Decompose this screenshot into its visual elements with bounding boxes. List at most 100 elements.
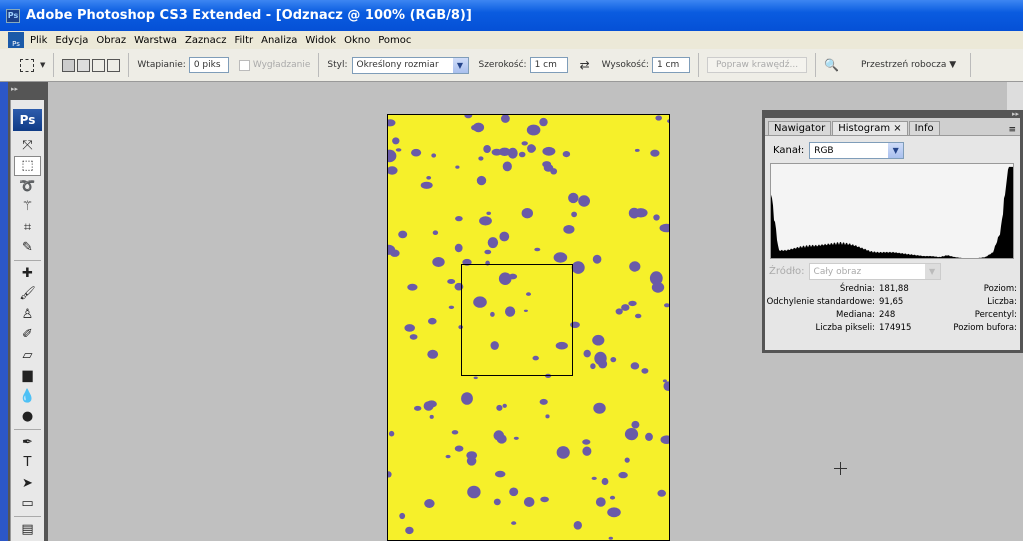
feather-input[interactable]: 0 piks	[188, 57, 229, 73]
window-title: Adobe Photoshop CS3 Extended - [Odznacz …	[26, 8, 472, 23]
antialias-checkbox[interactable]	[238, 59, 250, 71]
channel-value: RGB	[814, 145, 834, 156]
workspace-menu[interactable]: Przestrzeń robocza ▼	[861, 60, 956, 70]
magic-wand-tool-icon[interactable]: ⚚	[11, 197, 44, 218]
ink-spot	[461, 392, 473, 405]
gradient-tool-icon[interactable]: ▆	[11, 366, 44, 387]
ink-spot	[653, 214, 660, 221]
clone-stamp-tool-icon[interactable]: ♙	[11, 304, 44, 325]
ink-spot	[483, 145, 491, 153]
ink-spot	[629, 261, 641, 272]
source-select[interactable]: Cały obraz ▼	[808, 263, 941, 280]
collapse-icon[interactable]: ▸▸	[8, 82, 48, 96]
ink-spot	[511, 521, 517, 525]
channel-select[interactable]: RGB ▼	[809, 142, 905, 159]
path-select-tool-icon[interactable]: ➤	[11, 473, 44, 494]
chevron-down-icon[interactable]: ▼	[40, 61, 45, 69]
ink-spot	[521, 141, 528, 146]
ink-spot	[521, 208, 533, 219]
ink-spot	[609, 495, 616, 500]
chevron-down-icon: ▼	[888, 143, 904, 158]
menu-zaznacz[interactable]: Zaznacz	[185, 35, 226, 46]
histogram-panel: ▸▸ Nawigator Histogram × Info ≡ Kanał: R…	[762, 110, 1023, 353]
ink-spot	[454, 243, 463, 253]
ink-spot	[388, 166, 398, 175]
ink-spot	[583, 349, 591, 358]
ink-spot	[563, 225, 575, 234]
lasso-tool-icon[interactable]: ➰	[11, 176, 44, 197]
rect-marquee-tool-icon[interactable]: ⬚	[14, 155, 41, 176]
ink-spot	[660, 435, 669, 444]
ink-spot	[501, 115, 510, 123]
swap-icon[interactable]: ⇄	[580, 58, 590, 72]
panel-menu-icon[interactable]: ≡	[1008, 125, 1016, 135]
refine-edge-button[interactable]: Popraw krawędź...	[706, 57, 808, 73]
bridge-icon[interactable]: 🔍	[824, 58, 839, 72]
ink-spot	[641, 368, 649, 374]
marquee-preset-icon[interactable]	[20, 58, 34, 72]
style-label: Styl:	[327, 60, 348, 70]
channel-label: Kanał:	[773, 145, 805, 156]
ink-spot	[431, 153, 437, 158]
ink-spot	[502, 403, 507, 408]
ink-spot	[423, 401, 434, 411]
stat-value: 248	[879, 310, 896, 320]
tab-navigator[interactable]: Nawigator	[768, 121, 832, 135]
ink-spot	[592, 254, 602, 264]
ink-spot	[499, 231, 510, 242]
ink-spot	[420, 181, 433, 189]
ink-spot	[429, 414, 434, 419]
ink-spot	[598, 359, 608, 369]
slice-tool-icon[interactable]: ✎	[11, 238, 44, 259]
tab-histogram[interactable]: Histogram ×	[832, 121, 908, 135]
healing-brush-tool-icon[interactable]: ✚	[11, 263, 44, 284]
stat-value: 181,88	[879, 284, 909, 294]
ink-spot	[545, 414, 550, 419]
history-brush-tool-icon[interactable]: ✐	[11, 325, 44, 346]
ink-spot	[631, 420, 640, 429]
ps-menu-icon[interactable]: Ps	[8, 32, 24, 48]
tab-label: Histogram	[838, 123, 891, 134]
tab-info[interactable]: Info	[908, 121, 940, 135]
ink-spot	[601, 477, 609, 486]
selection-mode-icons[interactable]	[62, 58, 121, 72]
menu-analiza[interactable]: Analiza	[261, 35, 297, 46]
crop-tool-icon[interactable]: ⌗	[11, 217, 44, 238]
ink-spot	[539, 117, 548, 127]
menu-filtr[interactable]: Filtr	[235, 35, 254, 46]
menu-okno[interactable]: Okno	[344, 35, 370, 46]
ink-spot	[615, 308, 623, 315]
menu-plik[interactable]: Plik	[30, 35, 47, 46]
scrollbar[interactable]	[1007, 82, 1023, 110]
menu-pomoc[interactable]: Pomoc	[378, 35, 411, 46]
brush-tool-icon[interactable]: 🖌	[11, 284, 44, 305]
ink-spot	[610, 357, 617, 363]
ink-spot	[593, 402, 606, 414]
move-tool-icon[interactable]: ⤧	[11, 135, 44, 156]
dodge-tool-icon[interactable]: ●	[11, 407, 44, 428]
selection-marquee[interactable]	[461, 264, 573, 376]
menu-warstwa[interactable]: Warstwa	[134, 35, 177, 46]
shape-tool-icon[interactable]: ▭	[11, 494, 44, 515]
collapse-icon[interactable]: ▸▸	[1012, 110, 1019, 118]
blur-tool-icon[interactable]: 💧	[11, 386, 44, 407]
close-icon[interactable]: ×	[893, 123, 901, 134]
menu-obraz[interactable]: Obraz	[96, 35, 126, 46]
eraser-tool-icon[interactable]: ▱	[11, 345, 44, 366]
ink-spot	[445, 454, 451, 459]
notes-tool-icon[interactable]: ▤	[11, 519, 44, 540]
pen-tool-icon[interactable]: ✒	[11, 432, 44, 453]
ink-spot	[405, 526, 414, 535]
menu-widok[interactable]: Widok	[305, 35, 336, 46]
width-input[interactable]: 1 cm	[529, 57, 568, 73]
ink-spot	[650, 149, 660, 157]
ink-spot	[451, 430, 459, 435]
ink-spot	[657, 489, 666, 497]
style-select[interactable]: Określony rozmiar ▼	[351, 56, 469, 74]
type-tool-icon[interactable]: T	[11, 453, 44, 474]
height-input[interactable]: 1 cm	[651, 57, 690, 73]
ps-logo: Ps	[13, 109, 42, 131]
source-value: Cały obraz	[813, 266, 862, 277]
menu-edycja[interactable]: Edycja	[55, 35, 88, 46]
ink-spot	[543, 164, 554, 172]
